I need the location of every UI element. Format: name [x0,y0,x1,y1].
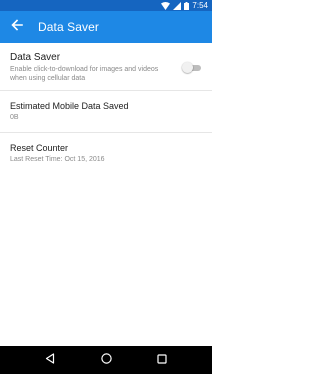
page-title: Data Saver [38,20,100,34]
setting-description: Enable click-to-download for images and … [10,66,159,82]
nav-home-button[interactable] [91,346,121,374]
data-saver-setting[interactable]: Data Saver Enable click-to-download for … [0,43,212,91]
home-circle-icon [100,351,112,369]
setting-title: Estimated Mobile Data Saved [10,101,129,111]
setting-value: Last Reset Time: Oct 15, 2016 [10,156,105,163]
setting-title: Reset Counter [10,143,69,153]
nav-back-button[interactable] [35,346,65,374]
setting-title: Data Saver [10,52,61,63]
app-bar: Data Saver [0,11,212,43]
reset-counter-setting[interactable]: Reset Counter Last Reset Time: Oct 15, 2… [0,133,212,175]
recents-square-icon [157,351,167,369]
setting-value: 0B [10,114,19,121]
battery-icon [184,1,190,10]
back-arrow-icon [11,18,23,36]
toggle-thumb [182,62,193,73]
nav-recents-button[interactable] [147,346,177,374]
back-button[interactable] [2,11,32,43]
settings-list: Data Saver Enable click-to-download for … [0,43,212,175]
status-time: 7:54 [192,1,208,10]
data-saver-toggle[interactable] [182,62,202,74]
navigation-bar [0,346,212,374]
wifi-icon [161,1,171,10]
data-saved-setting[interactable]: Estimated Mobile Data Saved 0B [0,91,212,133]
status-bar: 7:54 [0,0,212,11]
back-triangle-icon [45,351,55,369]
signal-icon [173,1,182,10]
